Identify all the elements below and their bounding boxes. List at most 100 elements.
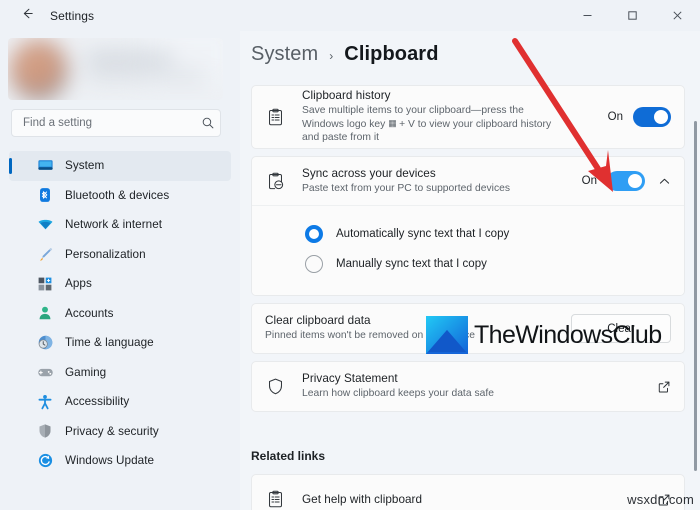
sync-devices-card: Sync across your devices Paste text from… — [251, 156, 685, 296]
privacy-statement-card[interactable]: Privacy Statement Learn how clipboard ke… — [251, 361, 685, 412]
clipboard-history-card: Clipboard history Save multiple items to… — [251, 85, 685, 149]
clipboard-history-text: Clipboard history Save multiple items to… — [302, 89, 598, 145]
sync-devices-text: Sync across your devices Paste text from… — [302, 167, 572, 196]
desc-line-1: Save multiple items to your clipboard—pr… — [302, 105, 524, 117]
sidebar-item-privacy-security[interactable]: Privacy & security — [9, 417, 231, 447]
sync-option-manual[interactable]: Manually sync text that I copy — [252, 249, 684, 279]
privacy-statement-text: Privacy Statement Learn how clipboard ke… — [302, 372, 641, 401]
watermark-brand-text: TheWindowsClub — [474, 320, 662, 349]
shield-outline-icon — [265, 377, 285, 396]
minimize-button[interactable] — [565, 0, 610, 31]
brush-icon — [36, 245, 54, 263]
related-links-heading: Related links — [251, 449, 326, 463]
sidebar-item-label: System — [65, 159, 105, 173]
sidebar-item-label: Network & internet — [65, 218, 163, 232]
sync-devices-toggle-label: On — [581, 175, 597, 187]
sync-devices-control: On — [582, 171, 671, 191]
content-scrollbar[interactable] — [694, 121, 697, 471]
sidebar-item-label: Gaming — [65, 365, 107, 379]
accessibility-icon — [36, 393, 54, 411]
related-links-card[interactable]: Get help with clipboard — [251, 474, 685, 510]
sidebar-item-bluetooth-devices[interactable]: Bluetooth & devices — [9, 181, 231, 211]
close-button[interactable] — [655, 0, 700, 31]
update-icon — [36, 452, 54, 470]
apps-icon — [36, 275, 54, 293]
profile-blur-layer — [8, 38, 223, 100]
settings-window: Settings Find a setting System Bluetooth… — [0, 0, 700, 510]
sync-devices-desc: Paste text from your PC to supported dev… — [302, 182, 511, 194]
profile-email-redacted — [86, 72, 206, 80]
sidebar-item-label: Windows Update — [65, 454, 155, 468]
privacy-statement-desc: Learn how clipboard keeps your data safe — [302, 388, 494, 400]
privacy-statement-row[interactable]: Privacy Statement Learn how clipboard ke… — [252, 362, 684, 411]
sidebar-item-label: Accounts — [65, 306, 114, 320]
sidebar-item-network-internet[interactable]: Network & internet — [9, 210, 231, 240]
clipboard-history-toggle-label: On — [607, 111, 623, 123]
sidebar-item-accessibility[interactable]: Accessibility — [9, 387, 231, 417]
clipboard-history-toggle[interactable] — [633, 107, 671, 127]
breadcrumb-separator: › — [329, 49, 334, 63]
sidebar-item-gaming[interactable]: Gaming — [9, 358, 231, 388]
breadcrumb-parent[interactable]: System — [251, 43, 318, 66]
clipboard-history-title: Clipboard history — [302, 89, 391, 103]
wifi-icon — [36, 216, 54, 234]
profile-name-redacted — [86, 54, 172, 63]
monitor-icon — [36, 157, 54, 175]
sidebar-item-label: Personalization — [65, 247, 146, 261]
desc-line-3: and paste from it — [302, 132, 380, 144]
content-area: System › Clipboard Clipboard history Sav… — [240, 31, 700, 510]
sidebar: System Bluetooth & devices — [0, 31, 240, 510]
desc-line-2b: + V to view your clipboard history — [396, 118, 552, 130]
back-button[interactable] — [12, 2, 42, 30]
search-input[interactable] — [12, 117, 196, 129]
clipboard-help-icon — [265, 490, 285, 509]
sidebar-item-system[interactable]: System — [9, 151, 231, 181]
search-box[interactable] — [11, 109, 221, 137]
sync-option-label: Automatically sync text that I copy — [336, 228, 510, 240]
sidebar-item-label: Time & language — [65, 336, 154, 350]
sidebar-item-label: Privacy & security — [65, 424, 159, 438]
watermark-wsxdn: wsxdn.com — [627, 492, 694, 507]
sync-devices-row[interactable]: Sync across your devices Paste text from… — [252, 157, 684, 205]
desc-line-2a: Windows logo key — [302, 118, 389, 130]
search-icon — [196, 116, 220, 130]
sync-options-panel: Automatically sync text that I copy Manu… — [252, 205, 684, 295]
person-icon — [36, 304, 54, 322]
window-title: Settings — [50, 8, 95, 23]
radio-selected-icon — [305, 225, 323, 243]
thewindowsclub-logo — [426, 316, 468, 354]
user-profile-blurred[interactable] — [8, 38, 223, 100]
clipboard-history-desc: Save multiple items to your clipboard—pr… — [302, 104, 598, 145]
clipboard-history-icon — [265, 108, 285, 127]
title-bar: Settings — [0, 0, 700, 31]
sync-option-automatic[interactable]: Automatically sync text that I copy — [252, 219, 684, 249]
sidebar-item-windows-update[interactable]: Windows Update — [9, 446, 231, 476]
clipboard-history-control: On — [608, 107, 671, 127]
maximize-button[interactable] — [610, 0, 655, 31]
sync-option-label: Manually sync text that I copy — [336, 258, 487, 270]
sidebar-item-personalization[interactable]: Personalization — [9, 240, 231, 270]
toggle-knob — [654, 110, 668, 124]
clipboard-sync-icon — [265, 172, 285, 191]
page-title: Clipboard — [344, 43, 439, 65]
radio-unselected-icon — [305, 255, 323, 273]
toggle-knob — [628, 174, 642, 188]
clock-globe-icon — [36, 334, 54, 352]
watermark-thewindowsclub: TheWindowsClub — [426, 316, 662, 354]
sidebar-nav: System Bluetooth & devices Network & int… — [0, 151, 240, 476]
get-help-text: Get help with clipboard — [302, 493, 641, 506]
external-link-icon[interactable] — [657, 380, 671, 394]
privacy-statement-title: Privacy Statement — [302, 372, 398, 386]
sidebar-item-accounts[interactable]: Accounts — [9, 299, 231, 329]
back-arrow-icon — [20, 6, 35, 26]
shield-icon — [36, 422, 54, 440]
get-help-row[interactable]: Get help with clipboard — [252, 475, 684, 510]
avatar — [10, 40, 68, 100]
sidebar-item-apps[interactable]: Apps — [9, 269, 231, 299]
clipboard-history-row[interactable]: Clipboard history Save multiple items to… — [252, 86, 684, 148]
sync-devices-toggle[interactable] — [607, 171, 645, 191]
sidebar-item-time-language[interactable]: Time & language — [9, 328, 231, 358]
chevron-up-icon[interactable] — [658, 175, 671, 188]
privacy-statement-control — [651, 380, 671, 394]
sidebar-item-label: Accessibility — [65, 395, 130, 409]
